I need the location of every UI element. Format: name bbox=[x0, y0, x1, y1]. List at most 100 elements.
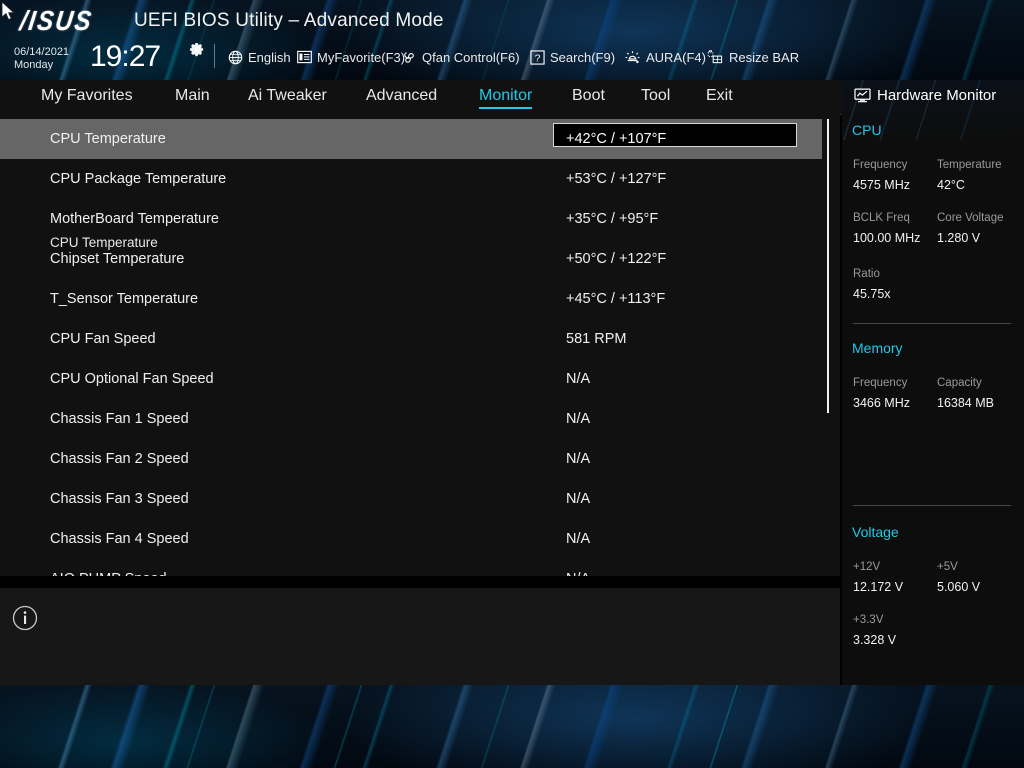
info-icon bbox=[12, 605, 38, 636]
monitor-row-label: Chassis Fan 1 Speed bbox=[50, 411, 189, 427]
hm-5v-key: +5V bbox=[937, 561, 958, 573]
hm-memory-frequency-value: 3466 MHz bbox=[853, 396, 910, 410]
header-item-resize-bar[interactable]: Resize BAR bbox=[707, 47, 799, 67]
system-date: 06/14/2021 Monday bbox=[14, 46, 69, 72]
hm-memory-capacity-value: 16384 MB bbox=[937, 396, 994, 410]
hm-cpu-temperature-value: 42°C bbox=[937, 178, 965, 192]
hardware-monitor-title: Hardware Monitor bbox=[854, 87, 996, 104]
tab-boot[interactable]: Boot bbox=[572, 87, 605, 108]
monitor-row[interactable]: CPU Optional Fan Speed N/A bbox=[0, 359, 822, 399]
hardware-monitor-title-label: Hardware Monitor bbox=[877, 87, 996, 104]
hm-12v-value: 12.172 V bbox=[853, 580, 903, 594]
monitor-row-label: Chassis Fan 3 Speed bbox=[50, 491, 189, 507]
monitor-row[interactable]: Chassis Fan 3 Speed N/A bbox=[0, 479, 822, 519]
monitor-row-label: CPU Package Temperature bbox=[50, 171, 226, 187]
weekday-value: Monday bbox=[14, 59, 69, 72]
monitor-row-label: CPU Fan Speed bbox=[50, 331, 156, 347]
monitor-row-label: Chassis Fan 4 Speed bbox=[50, 531, 189, 547]
mouse-cursor-icon bbox=[2, 2, 18, 22]
tab-monitor[interactable]: Monitor bbox=[479, 87, 532, 108]
monitor-row-label: MotherBoard Temperature bbox=[50, 211, 219, 227]
hm-core-voltage-key: Core Voltage bbox=[937, 212, 1004, 224]
hm-section-memory-title: Memory bbox=[852, 340, 903, 356]
header-item-label: MyFavorite(F3) bbox=[317, 50, 405, 65]
monitor-row-label: CPU Optional Fan Speed bbox=[50, 371, 214, 387]
monitor-row-value: N/A bbox=[566, 491, 590, 507]
header-item-qfan-control[interactable]: Qfan Control(F6) bbox=[400, 47, 520, 67]
hm-33v-value: 3.328 V bbox=[853, 633, 896, 647]
header-item-label: Resize BAR bbox=[729, 50, 799, 65]
monitor-row-label: Chipset Temperature bbox=[50, 251, 184, 267]
svg-text:?: ? bbox=[535, 53, 541, 64]
monitor-item-list[interactable]: CPU Temperature +42°C / +107°F CPU Package… bbox=[0, 114, 840, 576]
header-item-language[interactable]: English bbox=[228, 47, 291, 67]
system-clock: 19:27 bbox=[90, 40, 160, 74]
globe-icon bbox=[228, 50, 243, 65]
tab-advanced[interactable]: Advanced bbox=[366, 87, 437, 108]
header-item-search[interactable]: ? Search(F9) bbox=[530, 47, 615, 67]
sidebar-divider-2 bbox=[853, 505, 1011, 506]
tab-my-favorites[interactable]: My Favorites bbox=[41, 87, 133, 108]
list-scrollbar-track[interactable] bbox=[826, 114, 830, 576]
monitor-row-value: N/A bbox=[566, 411, 590, 427]
monitor-row[interactable]: MotherBoard Temperature +35°C / +95°F bbox=[0, 199, 822, 239]
hm-ratio-value: 45.75x bbox=[853, 287, 891, 301]
tab-tool[interactable]: Tool bbox=[641, 87, 670, 108]
header-item-label: Search(F9) bbox=[550, 50, 615, 65]
monitor-row[interactable]: Chassis Fan 4 Speed N/A bbox=[0, 519, 822, 559]
monitor-row[interactable]: Chassis Fan 1 Speed N/A bbox=[0, 399, 822, 439]
main-content: CPU Temperature +42°C / +107°F CPU Package… bbox=[0, 114, 840, 685]
help-panel bbox=[0, 588, 840, 685]
header-item-label: AURA(F4) bbox=[646, 50, 706, 65]
hm-bclk-freq-key: BCLK Freq bbox=[853, 212, 910, 224]
hm-ratio-key: Ratio bbox=[853, 268, 880, 280]
monitor-row[interactable]: AIO PUMP SpeedN/A bbox=[0, 559, 822, 576]
hm-memory-frequency-key: Frequency bbox=[853, 377, 907, 389]
asus-logo: /ISUS bbox=[18, 6, 95, 38]
sidebar-divider-1 bbox=[853, 323, 1011, 324]
monitor-row[interactable]: T_Sensor Temperature +45°C / +113°F bbox=[0, 279, 822, 319]
tab-exit[interactable]: Exit bbox=[706, 87, 733, 108]
resize-bar-icon bbox=[707, 50, 724, 65]
list-scrollbar-thumb[interactable] bbox=[827, 119, 829, 413]
monitor-row-label: Chassis Fan 2 Speed bbox=[50, 451, 189, 467]
tab-main[interactable]: Main bbox=[175, 87, 210, 108]
monitor-row-value: +35°C / +95°F bbox=[566, 211, 658, 227]
gear-icon[interactable] bbox=[190, 42, 205, 57]
monitor-row[interactable]: CPU Temperature +42°C / +107°F bbox=[0, 119, 822, 159]
monitor-row-value: 581 RPM bbox=[566, 331, 626, 347]
monitor-row-label: T_Sensor Temperature bbox=[50, 291, 198, 307]
hardware-monitor-panel: Hardware Monitor CPU Frequency Temperatu… bbox=[842, 80, 1024, 685]
page-title: UEFI BIOS Utility – Advanced Mode bbox=[134, 10, 444, 32]
list-icon bbox=[297, 50, 312, 64]
header-item-label: Qfan Control(F6) bbox=[422, 50, 520, 65]
hm-core-voltage-value: 1.280 V bbox=[937, 231, 980, 245]
date-value: 06/14/2021 bbox=[14, 46, 69, 59]
help-description: CPU Temperature bbox=[50, 235, 158, 250]
monitor-row[interactable]: CPU Package Temperature +53°C / +127°F bbox=[0, 159, 822, 199]
monitor-row[interactable]: CPU Fan Speed 581 RPM bbox=[0, 319, 822, 359]
monitor-row-label: CPU Temperature bbox=[50, 131, 166, 147]
hm-memory-capacity-key: Capacity bbox=[937, 377, 982, 389]
monitor-row-value: N/A bbox=[566, 371, 590, 387]
hm-cpu-temperature-key: Temperature bbox=[937, 159, 1002, 171]
monitor-row-value: +42°C / +107°F bbox=[566, 131, 666, 147]
hm-section-cpu-title: CPU bbox=[852, 122, 882, 138]
header-item-aura[interactable]: AURA(F4) bbox=[624, 47, 706, 67]
hm-cpu-frequency-key: Frequency bbox=[853, 159, 907, 171]
monitor-row-value: +53°C / +127°F bbox=[566, 171, 666, 187]
monitor-row-value: N/A bbox=[566, 531, 590, 547]
header-item-label: English bbox=[248, 50, 291, 65]
hm-cpu-frequency-value: 4575 MHz bbox=[853, 178, 910, 192]
hm-section-voltage-title: Voltage bbox=[852, 524, 899, 540]
hm-33v-key: +3.3V bbox=[853, 614, 883, 626]
monitor-row[interactable]: Chassis Fan 2 SpeedN/A bbox=[0, 439, 822, 479]
bios-window: /ISUS UEFI BIOS Utility – Advanced Mode … bbox=[0, 0, 1024, 768]
header-separator bbox=[214, 44, 215, 68]
fan-icon bbox=[400, 50, 417, 65]
monitor-row-value: +50°C / +122°F bbox=[566, 251, 666, 267]
aura-light-icon bbox=[624, 50, 641, 65]
header-item-myfavorite[interactable]: MyFavorite(F3) bbox=[297, 47, 405, 67]
tab-ai-tweaker[interactable]: Ai Tweaker bbox=[248, 87, 327, 108]
monitor-row-value: +45°C / +113°F bbox=[566, 291, 665, 307]
